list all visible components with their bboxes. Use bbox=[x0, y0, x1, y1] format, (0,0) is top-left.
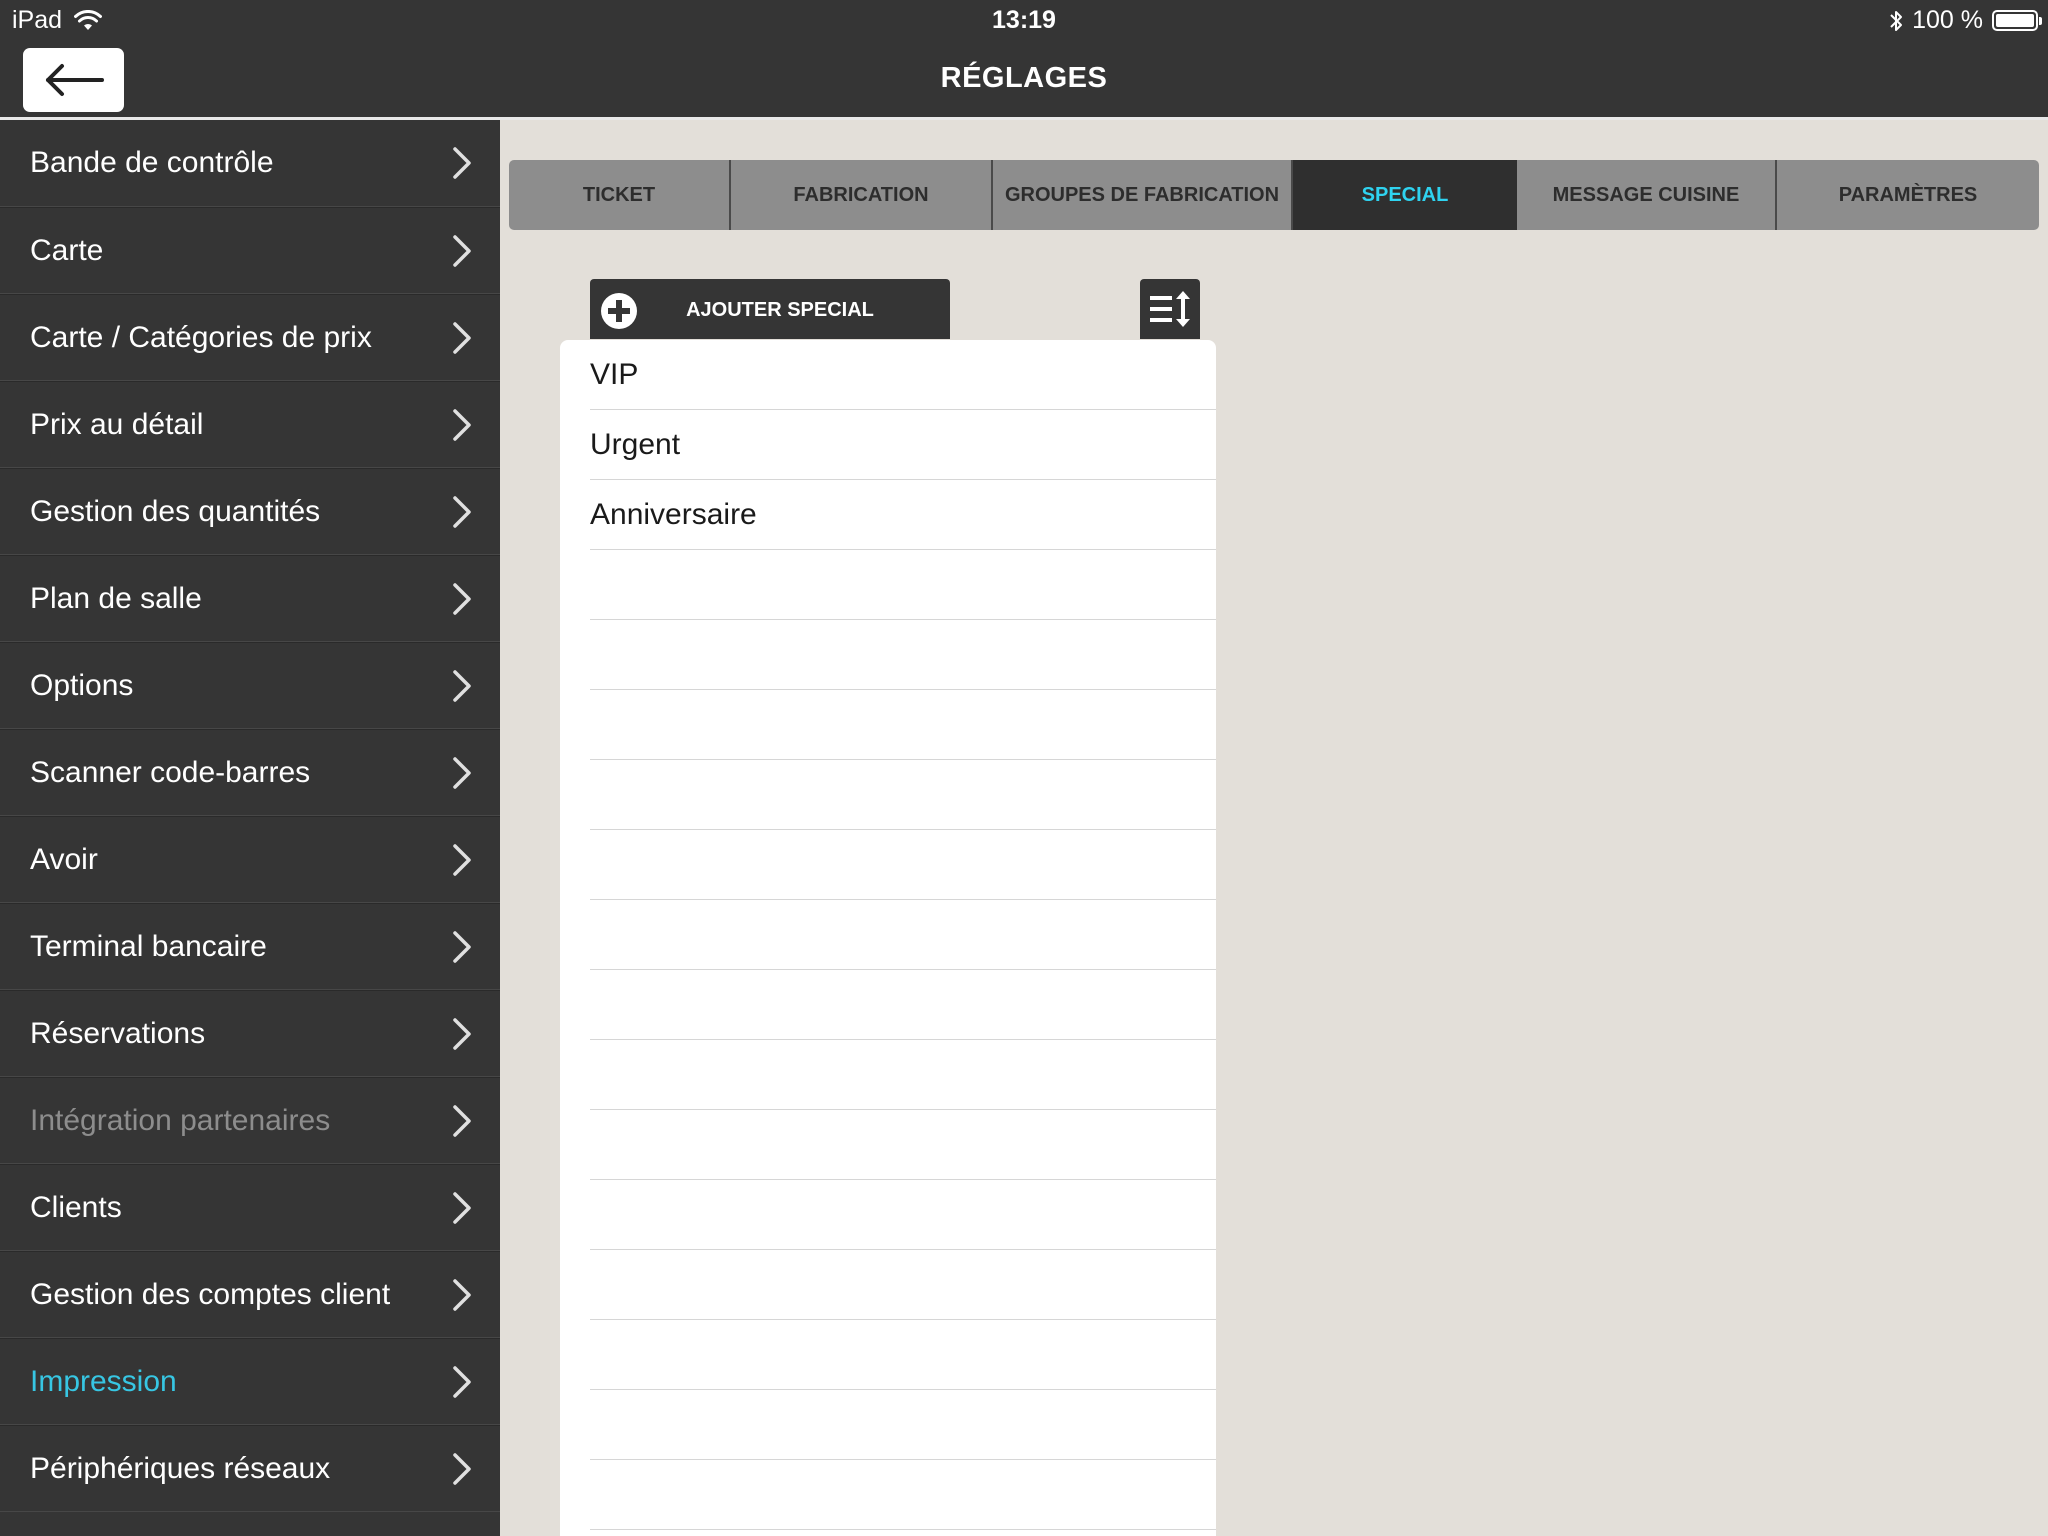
chevron-right-icon bbox=[453, 843, 471, 876]
sidebar-item[interactable]: Bande de contrôle bbox=[0, 120, 500, 207]
tab-4[interactable]: MESSAGE CUISINE bbox=[1517, 160, 1777, 230]
list-item[interactable] bbox=[590, 1040, 1216, 1110]
sidebar-item-label: Prix au détail bbox=[30, 407, 204, 441]
chevron-right-icon bbox=[453, 582, 471, 615]
list-item-label: Anniversaire bbox=[590, 497, 757, 531]
chevron-right-icon bbox=[453, 1104, 471, 1137]
chevron-right-icon bbox=[453, 669, 471, 702]
status-time: 13:19 bbox=[992, 6, 1056, 34]
top-bar: iPad 13:19 100 % RÉGLAGES bbox=[0, 0, 2048, 117]
list-item[interactable]: Urgent bbox=[590, 410, 1216, 480]
sidebar-item[interactable]: Gestion des quantités bbox=[0, 468, 500, 555]
battery-icon bbox=[1992, 10, 2042, 31]
sidebar-item[interactable]: Prix au détail bbox=[0, 381, 500, 468]
sidebar-item-label: Plan de salle bbox=[30, 581, 202, 615]
chevron-right-icon bbox=[453, 1452, 471, 1485]
chevron-right-icon bbox=[453, 321, 471, 354]
sidebar-item-label: Clients bbox=[30, 1190, 122, 1224]
list-item[interactable] bbox=[590, 900, 1216, 970]
sidebar-item[interactable]: Gestion des comptes client bbox=[0, 1251, 500, 1338]
sidebar-item[interactable]: Plan de salle bbox=[0, 555, 500, 642]
list-item-label: VIP bbox=[590, 357, 639, 391]
special-list: VIP Urgent Anniversaire bbox=[560, 340, 1216, 1536]
sidebar-item[interactable]: Clients bbox=[0, 1164, 500, 1251]
bluetooth-icon bbox=[1890, 10, 1903, 31]
sidebar-item[interactable]: Scanner code-barres bbox=[0, 729, 500, 816]
sidebar-item-label: Carte / Catégories de prix bbox=[30, 320, 372, 354]
chevron-right-icon bbox=[453, 1365, 471, 1398]
sidebar-item[interactable]: Avoir bbox=[0, 816, 500, 903]
sort-button[interactable] bbox=[1140, 279, 1200, 339]
list-item[interactable] bbox=[590, 690, 1216, 760]
chevron-right-icon bbox=[453, 1191, 471, 1224]
sidebar-item-label: Carte bbox=[30, 233, 104, 267]
sidebar-item[interactable]: Réservations bbox=[0, 990, 500, 1077]
sidebar-item[interactable]: Carte bbox=[0, 207, 500, 294]
chevron-right-icon bbox=[453, 1278, 471, 1311]
sidebar-item-label: Impression bbox=[30, 1364, 177, 1398]
sidebar-item[interactable]: Terminal bancaire bbox=[0, 903, 500, 990]
battery-percent: 100 % bbox=[1912, 6, 1983, 34]
list-item[interactable] bbox=[590, 1110, 1216, 1180]
tab-bar: TICKET FABRICATION GROUPES DE FABRICATION S… bbox=[509, 160, 2039, 230]
list-item[interactable] bbox=[590, 970, 1216, 1040]
list-item[interactable]: Anniversaire bbox=[590, 480, 1216, 550]
chevron-right-icon bbox=[453, 495, 471, 528]
sidebar-item-label: Gestion des quantités bbox=[30, 494, 321, 528]
list-item[interactable] bbox=[590, 620, 1216, 690]
sidebar-item-label: Réservations bbox=[30, 1016, 206, 1050]
chevron-right-icon bbox=[453, 1017, 471, 1050]
settings-sidebar: Bande de contrôle Carte Carte / Catégories… bbox=[0, 120, 500, 1536]
chevron-right-icon bbox=[453, 408, 471, 441]
tab-0[interactable]: TICKET bbox=[509, 160, 731, 230]
chevron-right-icon bbox=[453, 147, 471, 179]
list-item[interactable]: VIP bbox=[590, 340, 1216, 410]
sidebar-item-label: Terminal bancaire bbox=[30, 929, 267, 963]
list-item[interactable] bbox=[590, 1320, 1216, 1390]
list-item[interactable] bbox=[590, 1390, 1216, 1460]
tab-2[interactable]: GROUPES DE FABRICATION bbox=[993, 160, 1293, 230]
list-item[interactable] bbox=[590, 1250, 1216, 1320]
sort-icon bbox=[1150, 291, 1190, 327]
add-special-label: AJOUTER SPECIAL bbox=[686, 299, 874, 321]
list-item[interactable] bbox=[590, 830, 1216, 900]
sidebar-item[interactable]: Carte / Catégories de prix bbox=[0, 294, 500, 381]
sidebar-item-label: Avoir bbox=[30, 842, 98, 876]
sidebar-item-label: Scanner code-barres bbox=[30, 755, 311, 789]
status-bar-right: 100 % bbox=[1889, 6, 2042, 35]
list-item[interactable] bbox=[590, 760, 1216, 830]
sidebar-item-label: Bande de contrôle bbox=[30, 146, 274, 179]
list-item[interactable] bbox=[590, 1460, 1216, 1530]
chevron-right-icon bbox=[453, 234, 471, 267]
list-item[interactable] bbox=[590, 1180, 1216, 1250]
sidebar-item[interactable]: Périphériques réseaux bbox=[0, 1425, 500, 1512]
sidebar-item[interactable]: Impression bbox=[0, 1338, 500, 1425]
sidebar-item-label: Options bbox=[30, 668, 134, 702]
sidebar-item-label: Intégration partenaires bbox=[30, 1103, 331, 1137]
sidebar-item-label: Gestion des comptes client bbox=[30, 1277, 391, 1311]
sidebar-item-label: Périphériques réseaux bbox=[30, 1451, 331, 1485]
battery-level bbox=[1996, 14, 2034, 27]
tab-1[interactable]: FABRICATION bbox=[731, 160, 993, 230]
page-title: RÉGLAGES bbox=[940, 62, 1108, 94]
tab-3[interactable]: SPECIAL bbox=[1293, 160, 1517, 230]
sidebar-item: Intégration partenaires bbox=[0, 1077, 500, 1164]
chevron-right-icon bbox=[453, 756, 471, 789]
sidebar-item[interactable]: Options bbox=[0, 642, 500, 729]
add-special-button[interactable]: AJOUTER SPECIAL bbox=[590, 279, 950, 339]
list-item-label: Urgent bbox=[590, 427, 681, 461]
list-item[interactable] bbox=[590, 550, 1216, 620]
chevron-right-icon bbox=[453, 930, 471, 963]
tab-5[interactable]: PARAMÈTRES bbox=[1777, 160, 2039, 230]
